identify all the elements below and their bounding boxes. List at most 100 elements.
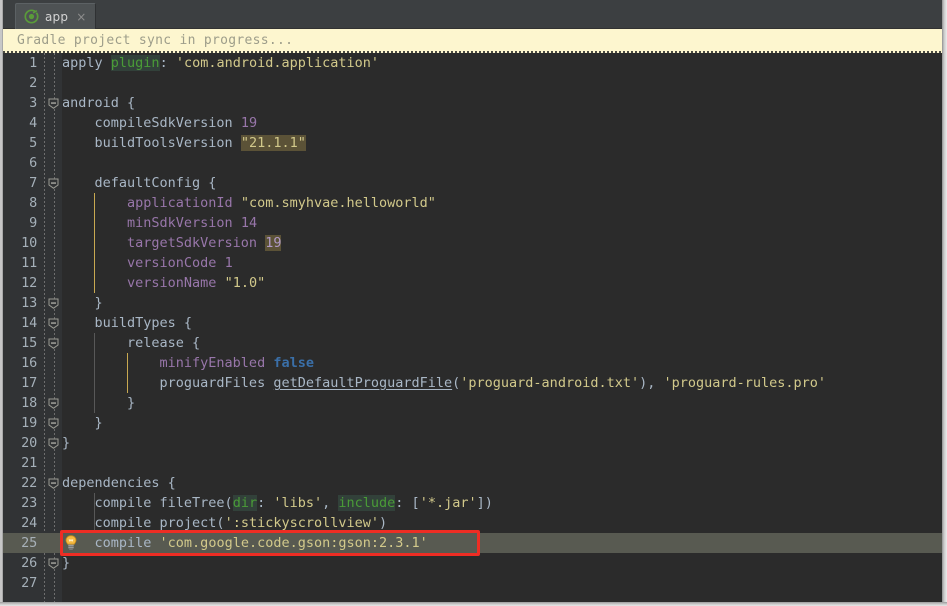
ide-window: app × Gradle project sync in progress...… bbox=[0, 0, 947, 606]
code-token: buildToolsVersion bbox=[62, 135, 241, 151]
line-number: 16 bbox=[21, 355, 37, 371]
code-line[interactable]: 5 buildToolsVersion "21.1.1" bbox=[3, 133, 942, 153]
code-token: proguardFiles bbox=[62, 375, 274, 391]
code-line[interactable]: 20} bbox=[3, 433, 942, 453]
fold-marker[interactable] bbox=[48, 178, 59, 189]
line-number: 15 bbox=[21, 335, 37, 351]
code-line[interactable]: 15 release { bbox=[3, 333, 942, 353]
code-line[interactable]: 23 compile fileTree(dir: 'libs', include… bbox=[3, 493, 942, 513]
code-line[interactable]: 7 defaultConfig { bbox=[3, 173, 942, 193]
code-text: compileSdkVersion 19 bbox=[62, 113, 258, 133]
code-token: } bbox=[62, 395, 136, 411]
fold-marker[interactable] bbox=[48, 338, 59, 349]
code-token: 'libs' bbox=[273, 495, 323, 511]
code-line[interactable]: 26} bbox=[3, 553, 942, 573]
code-token: dir bbox=[232, 495, 258, 511]
code-token: 19 bbox=[265, 235, 282, 251]
code-token: } bbox=[62, 295, 103, 311]
code-token: , bbox=[322, 495, 339, 511]
code-token: 14 bbox=[240, 215, 258, 231]
code-editor[interactable]: 1 apply plugin: 'com.android.application'… bbox=[3, 53, 942, 602]
code-line[interactable]: 4 compileSdkVersion 19 bbox=[3, 113, 942, 133]
line-number: 19 bbox=[21, 415, 37, 431]
fold-marker[interactable] bbox=[48, 438, 59, 449]
fold-marker[interactable] bbox=[48, 478, 59, 489]
code-line[interactable]: 2 bbox=[3, 73, 942, 93]
lightbulb-icon[interactable] bbox=[64, 535, 78, 550]
code-text: applicationId "com.smyhvae.helloworld" bbox=[62, 193, 436, 213]
line-number: 9 bbox=[29, 215, 37, 231]
code-line[interactable]: 22 dependencies { bbox=[3, 473, 942, 493]
sync-notification-banner: Gradle project sync in progress... bbox=[3, 29, 942, 52]
code-line[interactable]: 8 applicationId "com.smyhvae.helloworld" bbox=[3, 193, 942, 213]
line-number: 10 bbox=[21, 235, 37, 251]
code-line[interactable]: 17 proguardFiles getDefaultProguardFile(… bbox=[3, 373, 942, 393]
code-text: compile 'com.google.code.gson:gson:2.3.1… bbox=[62, 533, 428, 553]
fold-marker[interactable] bbox=[48, 98, 59, 109]
code-line[interactable]: 13 } bbox=[3, 293, 942, 313]
line-number: 18 bbox=[21, 395, 37, 411]
code-text: } bbox=[62, 553, 70, 573]
code-line[interactable]: 1 apply plugin: 'com.android.application' bbox=[3, 53, 942, 73]
line-number: 23 bbox=[21, 495, 37, 511]
tab-app[interactable]: app × bbox=[15, 3, 97, 29]
line-number: 6 bbox=[29, 155, 37, 171]
line-number: 27 bbox=[21, 575, 37, 591]
code-token: versionCode bbox=[62, 255, 225, 271]
code-token: "com.smyhvae.helloworld" bbox=[240, 195, 436, 211]
code-token: } bbox=[62, 555, 71, 571]
code-line[interactable]: 9 minSdkVersion 14 bbox=[3, 213, 942, 233]
code-token: : bbox=[257, 495, 274, 511]
line-number: 4 bbox=[29, 115, 37, 131]
code-token: apply bbox=[62, 55, 111, 71]
line-number: 22 bbox=[21, 475, 37, 491]
code-line[interactable]: 10 targetSdkVersion 19 bbox=[3, 233, 942, 253]
fold-marker[interactable] bbox=[48, 558, 59, 569]
line-number: 24 bbox=[21, 515, 37, 531]
code-text: dependencies { bbox=[62, 473, 176, 493]
code-text: minSdkVersion 14 bbox=[62, 213, 257, 233]
code-line[interactable]: 11 versionCode 1 bbox=[3, 253, 942, 273]
fold-marker[interactable] bbox=[48, 318, 59, 329]
code-token: minSdkVersion bbox=[62, 215, 241, 231]
close-icon[interactable]: × bbox=[74, 11, 86, 23]
code-text: buildTypes { bbox=[62, 313, 193, 333]
code-token: dependencies { bbox=[62, 475, 176, 491]
code-token: 'com.google.code.gson:gson:2.3.1' bbox=[159, 535, 428, 551]
code-lines[interactable]: 1 apply plugin: 'com.android.application'… bbox=[3, 53, 942, 602]
fold-marker[interactable] bbox=[48, 298, 59, 309]
gradle-elephant-icon bbox=[24, 9, 39, 24]
code-token: targetSdkVersion bbox=[62, 235, 266, 251]
code-token: versionName bbox=[62, 275, 225, 291]
code-token: defaultConfig { bbox=[62, 175, 217, 191]
code-token: "21.1.1" bbox=[240, 135, 306, 151]
code-token: ]) bbox=[476, 495, 493, 511]
code-line[interactable]: 6 bbox=[3, 153, 942, 173]
code-line[interactable]: 14 buildTypes { bbox=[3, 313, 942, 333]
code-text: versionName "1.0" bbox=[62, 273, 265, 293]
code-line[interactable]: 16 minifyEnabled false bbox=[3, 353, 942, 373]
line-number: 17 bbox=[21, 375, 37, 391]
code-line[interactable]: 21 bbox=[3, 453, 942, 473]
code-line[interactable]: 12 versionName "1.0" bbox=[3, 273, 942, 293]
code-text: minifyEnabled false bbox=[62, 353, 314, 373]
code-line[interactable]: 25 compile 'com.google.code.gson:gson:2.… bbox=[3, 533, 942, 553]
fold-marker[interactable] bbox=[48, 398, 59, 409]
line-number: 7 bbox=[29, 175, 37, 191]
code-line[interactable]: 19 } bbox=[3, 413, 942, 433]
line-number: 26 bbox=[21, 555, 37, 571]
fold-marker[interactable] bbox=[48, 418, 59, 429]
code-text: apply plugin: 'com.android.application' bbox=[62, 53, 379, 73]
code-line[interactable]: 3 android { bbox=[3, 93, 942, 113]
code-text: versionCode 1 bbox=[62, 253, 233, 273]
line-number: 14 bbox=[21, 315, 37, 331]
code-line[interactable]: 27 bbox=[3, 573, 942, 593]
code-token: compile project( bbox=[62, 515, 225, 531]
code-text: compile fileTree(dir: 'libs', include: [… bbox=[62, 493, 493, 513]
window-frame-right bbox=[942, 0, 947, 606]
code-line[interactable]: 24 compile project(':stickyscrollview') bbox=[3, 513, 942, 533]
line-number: 3 bbox=[29, 95, 37, 111]
line-number: 11 bbox=[21, 255, 37, 271]
code-line[interactable]: 18 } bbox=[3, 393, 942, 413]
code-text: proguardFiles getDefaultProguardFile('pr… bbox=[62, 373, 827, 393]
